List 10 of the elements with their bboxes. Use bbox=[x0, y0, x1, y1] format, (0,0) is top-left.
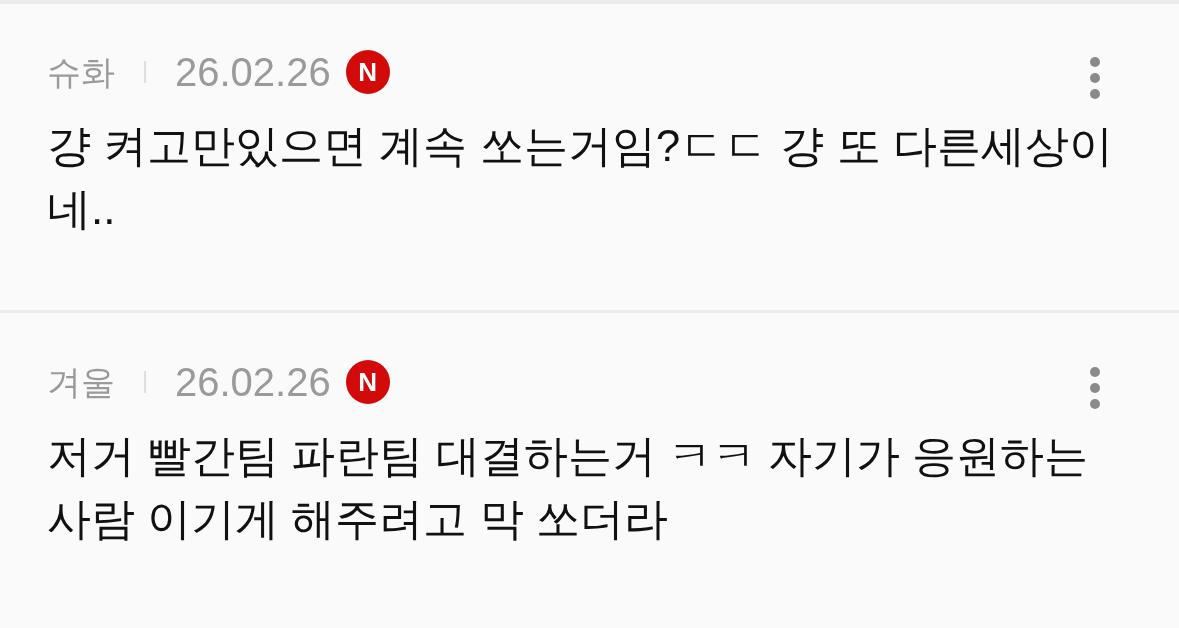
comment-text: 걍 켜고만있으면 계속 쏘는거임?ㄷㄷ 걍 또 다른세상이네.. bbox=[47, 120, 1114, 235]
comment-date: 26.02.26 bbox=[175, 360, 331, 404]
more-icon[interactable] bbox=[1090, 57, 1100, 99]
more-icon[interactable] bbox=[1090, 367, 1100, 409]
new-badge: N bbox=[345, 50, 390, 94]
comment-author: 겨울 bbox=[47, 362, 115, 403]
comment-author: 슈화 bbox=[47, 52, 115, 93]
comment-text: 저거 빨간팀 파란팀 대결하는거 ㅋㅋ 자기가 응원하는 사람 이기게 해주려고 막 쏘더라 bbox=[47, 430, 1090, 545]
new-badge: N bbox=[345, 360, 390, 404]
comment-date: 26.02.26 bbox=[175, 50, 331, 94]
